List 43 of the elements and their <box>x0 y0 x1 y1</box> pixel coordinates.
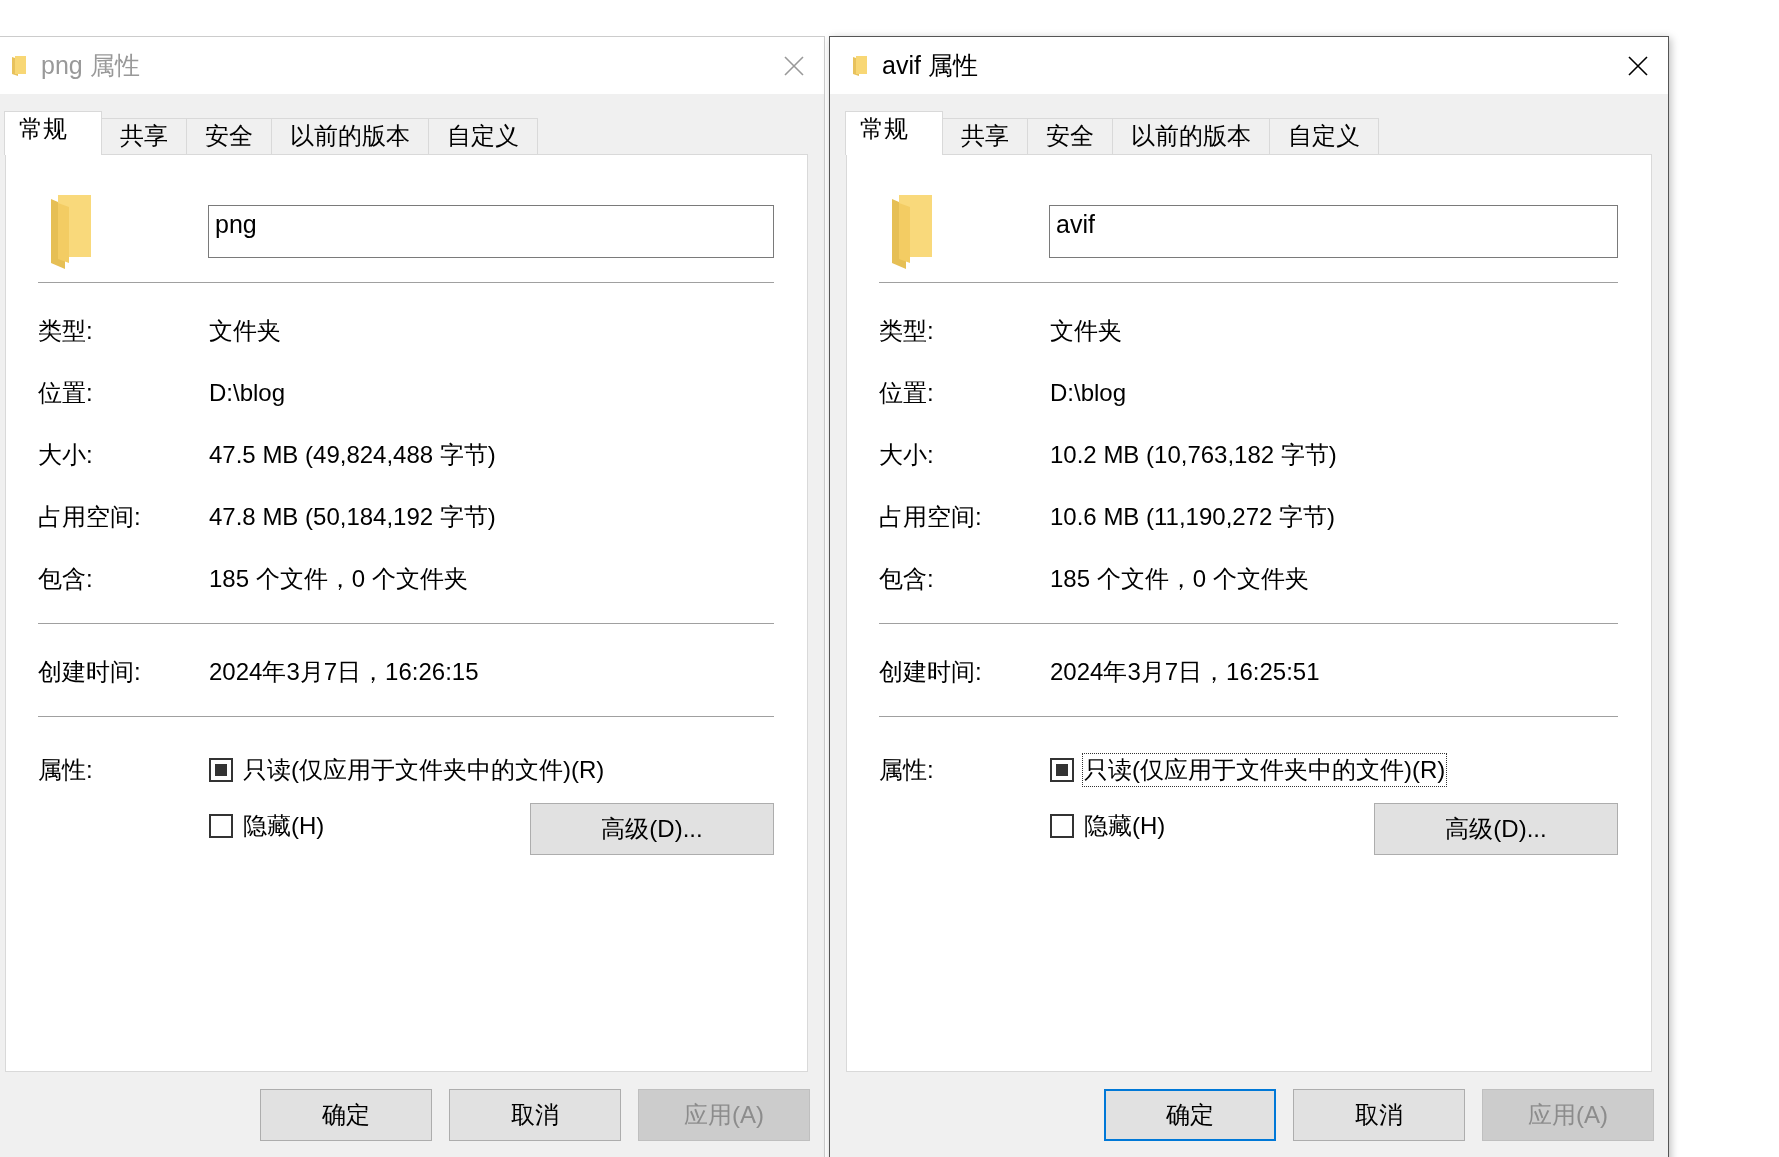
tab[interactable]: 常规 <box>845 111 943 155</box>
field-label: 包含: <box>38 564 94 594</box>
field-label: 创建时间: <box>879 657 983 687</box>
field-value: 47.5 MB (49,824,488 字节) <box>209 440 496 470</box>
window-title: avif 属性 <box>882 50 979 81</box>
window-title: png 属性 <box>41 50 141 81</box>
field-label: 属性: <box>38 755 94 785</box>
field-label: 类型: <box>38 316 94 346</box>
field-label: 大小: <box>38 440 94 470</box>
field-label: 包含: <box>879 564 935 594</box>
field-label: 位置: <box>38 378 94 408</box>
field-label: 位置: <box>879 378 935 408</box>
folder-icon <box>852 54 868 77</box>
checkbox[interactable] <box>1050 814 1074 838</box>
folder-icon <box>49 194 93 269</box>
field-label: 属性: <box>879 755 935 785</box>
dialog-button[interactable]: 取消 <box>1293 1089 1465 1141</box>
field-value: D:\blog <box>209 379 286 407</box>
advanced-button[interactable]: 高级(D)... <box>1374 803 1618 855</box>
field-value: 文件夹 <box>1050 316 1122 346</box>
field-label: 占用空间: <box>38 502 142 532</box>
field-value: 10.2 MB (10,763,182 字节) <box>1050 440 1337 470</box>
checkbox-label[interactable]: 只读(仅应用于文件夹中的文件)(R) <box>1082 753 1448 787</box>
checkbox[interactable] <box>1050 758 1074 782</box>
checkbox-label[interactable]: 隐藏(H) <box>1082 809 1168 843</box>
field-value: 47.8 MB (50,184,192 字节) <box>209 502 496 532</box>
field-label: 大小: <box>879 440 935 470</box>
folder-icon <box>890 194 934 269</box>
field-label: 占用空间: <box>879 502 983 532</box>
field-label: 类型: <box>879 316 935 346</box>
field-value: D:\blog <box>1050 379 1127 407</box>
field-value: 185 个文件，0 个文件夹 <box>209 564 468 594</box>
field-value: 10.6 MB (11,190,272 字节) <box>1050 502 1336 532</box>
field-value: 2024年3月7日，16:25:51 <box>1050 657 1320 687</box>
dialog-button[interactable]: 确定 <box>1104 1089 1276 1141</box>
field-value: 文件夹 <box>209 316 281 346</box>
folder-icon <box>11 54 27 77</box>
name-field[interactable]: avif <box>1049 205 1618 258</box>
field-value: 2024年3月7日，16:26:15 <box>209 657 479 687</box>
close-icon[interactable] <box>1628 55 1648 76</box>
field-label: 创建时间: <box>38 657 142 687</box>
field-value: 185 个文件，0 个文件夹 <box>1050 564 1309 594</box>
tab[interactable]: 自定义 <box>1269 118 1379 154</box>
